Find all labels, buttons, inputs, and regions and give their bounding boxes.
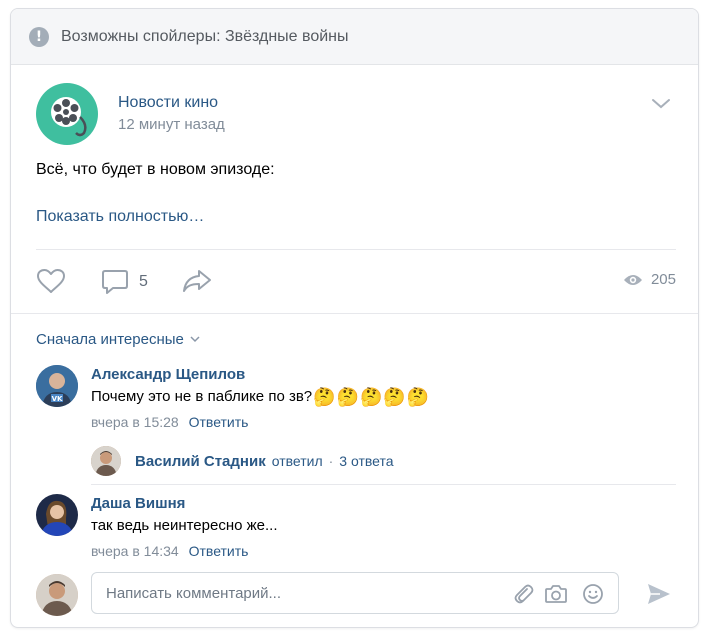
svg-text:VK: VK: [52, 395, 63, 403]
comment-time[interactable]: вчера в 15:28: [91, 414, 179, 430]
views-counter: 205: [623, 271, 676, 288]
comment-text-content: Почему это не в паблике по зв?: [91, 388, 313, 405]
sort-label: Сначала интересные: [36, 331, 184, 348]
comment-author[interactable]: Даша Вишня: [91, 494, 671, 514]
comment-input-box[interactable]: [91, 572, 619, 614]
chevron-down-icon: [190, 336, 200, 343]
comment-bubble-icon: [102, 270, 128, 294]
eye-icon: [623, 274, 642, 285]
post-card: ! Возможны спойлеры: Звёздные войны Ново…: [10, 8, 699, 628]
reply-button[interactable]: Ответить: [189, 414, 249, 430]
avatar[interactable]: VK: [36, 365, 78, 407]
reply-author[interactable]: Василий Стадник: [135, 453, 266, 470]
thinking-emoji-row: 🤔🤔🤔🤔🤔: [313, 387, 431, 407]
group-name[interactable]: Новости кино: [118, 92, 225, 114]
avatar-image: VK: [36, 365, 78, 407]
spoiler-banner-text: Возможны спойлеры: Звёздные войны: [61, 27, 349, 45]
divider: [36, 249, 676, 250]
replies-thread[interactable]: Василий Стадник ответил · 3 ответа: [91, 446, 394, 476]
film-reel-icon: [51, 97, 87, 137]
comment-meta: вчера в 15:28 Ответить: [91, 412, 671, 432]
spoiler-banner[interactable]: ! Возможны спойлеры: Звёздные войны: [11, 9, 698, 65]
divider: [11, 313, 698, 314]
comment-meta: вчера в 14:34 Ответить: [91, 541, 671, 561]
send-icon[interactable]: [646, 582, 672, 611]
views-count: 205: [650, 271, 676, 288]
comments-count: 5: [139, 273, 148, 290]
avatar-image: [36, 494, 78, 536]
share-button[interactable]: [181, 268, 213, 294]
post-text: Всё, что будет в новом эпизоде:: [36, 161, 275, 178]
my-avatar[interactable]: [36, 574, 78, 616]
separator: ·: [328, 453, 334, 469]
chevron-down-icon[interactable]: [651, 97, 671, 115]
post-actions: 5 205: [36, 268, 676, 298]
comment-input[interactable]: [106, 573, 506, 613]
divider: [91, 484, 676, 485]
replies-count-link[interactable]: 3 ответа: [339, 453, 393, 469]
comment-text: Почему это не в паблике по зв? 🤔🤔🤔🤔🤔: [91, 385, 671, 409]
comment-time[interactable]: вчера в 14:34: [91, 543, 179, 559]
comment-composer: [36, 572, 676, 616]
reply-action: ответил: [271, 453, 323, 469]
heart-icon: [37, 269, 65, 293]
comment-button[interactable]: 5: [101, 268, 148, 296]
smile-icon[interactable]: [582, 583, 604, 610]
group-avatar[interactable]: [36, 83, 98, 145]
camera-icon[interactable]: [544, 583, 568, 610]
reply-button[interactable]: Ответить: [189, 543, 249, 559]
avatar-image: [36, 574, 78, 616]
show-more-link[interactable]: Показать полностью…: [36, 208, 204, 226]
avatar-image: [91, 446, 121, 476]
avatar[interactable]: [91, 446, 121, 476]
exclamation-icon: !: [29, 26, 49, 47]
comment-body: Даша Вишня так ведь неинтересно же... вч…: [91, 494, 671, 561]
avatar[interactable]: [36, 494, 78, 536]
author-block: Новости кино 12 минут назад: [118, 92, 225, 136]
like-button[interactable]: [36, 268, 66, 294]
post-time[interactable]: 12 минут назад: [118, 114, 225, 136]
comment-author[interactable]: Александр Щепилов: [91, 365, 671, 385]
paperclip-icon[interactable]: [512, 583, 534, 610]
comment-body: Александр Щепилов Почему это не в паблик…: [91, 365, 671, 432]
comments-sort-dropdown[interactable]: Сначала интересные: [36, 331, 200, 348]
post-header: Новости кино 12 минут назад: [36, 83, 225, 145]
comment-text: так ведь неинтересно же...: [91, 517, 278, 534]
share-arrow-icon: [183, 270, 211, 292]
